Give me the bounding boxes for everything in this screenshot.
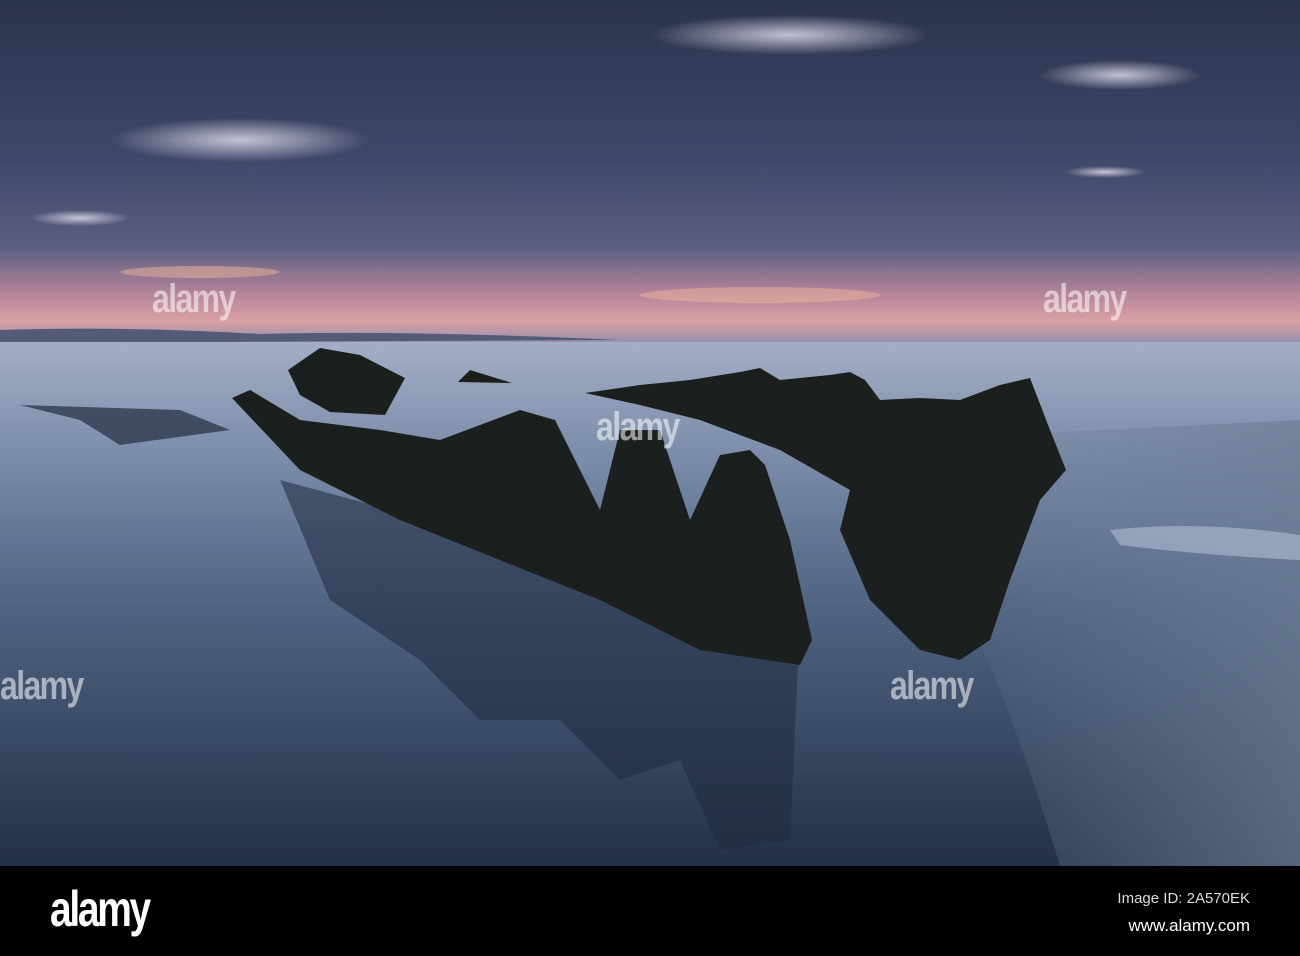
watermark: alamy (0, 664, 84, 708)
watermark: alamy (1043, 277, 1127, 321)
stock-photo-page: alamy alamy alamy alamy alamy alamy Imag… (0, 0, 1300, 956)
watermark: alamy (596, 405, 680, 449)
watermark: alamy (890, 664, 974, 708)
footer-bar: alamy Image ID: 2A570EK www.alamy.com (0, 866, 1300, 956)
website-link[interactable]: www.alamy.com (1128, 916, 1250, 936)
watermark: alamy (152, 277, 236, 321)
alamy-logo: alamy (50, 881, 151, 937)
image-id: Image ID: 2A570EK (1117, 890, 1250, 907)
